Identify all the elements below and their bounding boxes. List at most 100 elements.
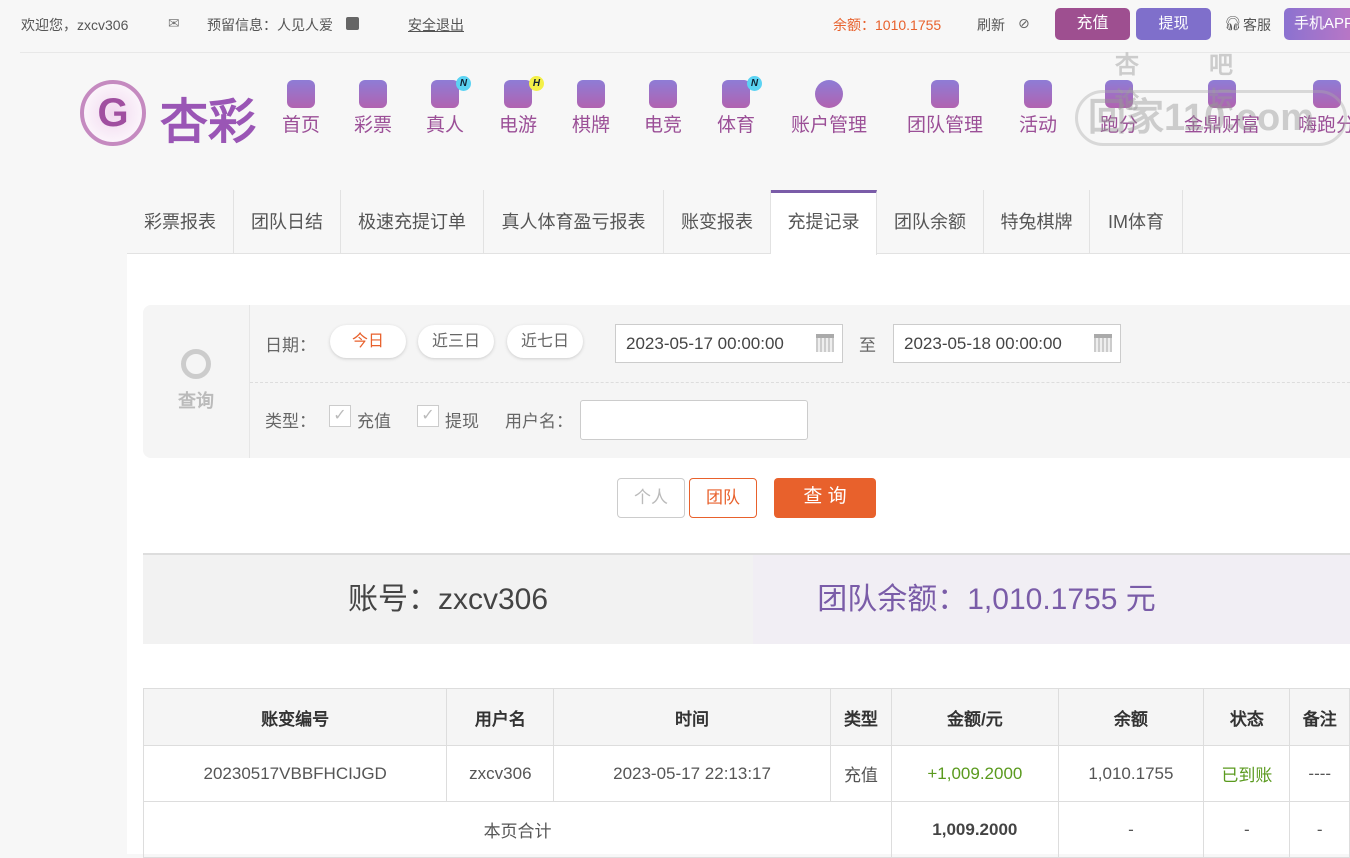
welcome-text: 欢迎您，zxcv306 xyxy=(21,17,129,33)
tab-lottery-report[interactable]: 彩票报表 xyxy=(127,190,234,254)
nav-esports[interactable]: 电竞 xyxy=(642,80,684,137)
account-name: 账号：zxcv306 xyxy=(143,555,753,644)
withdraw-checkbox[interactable]: ✓ xyxy=(417,405,439,427)
deposit-button[interactable]: 充值 xyxy=(1055,8,1130,40)
tab-im-sports[interactable]: IM体育 xyxy=(1090,190,1183,254)
col-id: 账变编号 xyxy=(142,688,448,746)
col-time: 时间 xyxy=(553,688,831,746)
total-status: - xyxy=(1203,801,1291,858)
query-button[interactable]: 查 询 xyxy=(774,478,876,518)
seven-days-button[interactable]: 近七日 xyxy=(507,325,583,358)
report-tabs: 彩票报表 团队日结 极速充提订单 真人体育盈亏报表 账变报表 充提记录 团队余额… xyxy=(127,190,1350,255)
tab-fast-orders[interactable]: 极速充提订单 xyxy=(341,190,484,254)
top-bar: 欢迎您，zxcv306 ✉ 预留信息：人见人爱 安全退出 余额：1010.175… xyxy=(0,0,1350,50)
nav-team[interactable]: 团队管理 xyxy=(903,80,987,137)
total-note: - xyxy=(1289,801,1350,858)
account-summary: 账号：zxcv306 团队余额：1,010.1755 元 xyxy=(143,553,1350,644)
username-label: 用户名： xyxy=(505,412,573,431)
col-status: 状态 xyxy=(1203,688,1291,746)
tab-deposit-withdraw-records[interactable]: 充提记录 xyxy=(771,190,877,255)
mail-icon[interactable]: ✉ xyxy=(168,15,180,32)
ticket-icon xyxy=(359,80,387,108)
nav-activity[interactable]: 活动 xyxy=(1017,80,1059,137)
hi-icon xyxy=(1312,80,1341,108)
cards-icon xyxy=(577,80,605,108)
dealer-icon: N xyxy=(431,76,471,108)
username-input[interactable] xyxy=(580,400,808,440)
search-icon xyxy=(181,349,211,379)
col-username: 用户名 xyxy=(446,688,555,746)
content-panel: 彩票报表 团队日结 极速充提订单 真人体育盈亏报表 账变报表 充提记录 团队余额… xyxy=(127,190,1350,858)
cell-time: 2023-05-17 22:13:17 xyxy=(553,745,831,802)
nav-account[interactable]: 账户管理 xyxy=(787,80,871,137)
paofen-icon xyxy=(1105,80,1133,108)
withdraw-checkbox-label: 提现 xyxy=(445,412,479,431)
calendar-icon[interactable] xyxy=(1094,334,1112,352)
tab-account-changes[interactable]: 账变报表 xyxy=(664,190,771,254)
trophy-icon: N xyxy=(722,76,762,108)
nav-home[interactable]: 首页 xyxy=(280,80,322,137)
edit-icon[interactable] xyxy=(346,17,359,30)
type-label: 类型： xyxy=(265,412,316,431)
three-days-button[interactable]: 近三日 xyxy=(418,325,494,358)
nav-live[interactable]: N 真人 xyxy=(424,76,471,137)
jinding-icon xyxy=(1208,80,1236,108)
headset-icon: 🎧︎ xyxy=(1224,15,1242,31)
service-link[interactable]: 客服 xyxy=(1243,15,1271,35)
col-balance: 余额 xyxy=(1057,688,1205,746)
date-label: 日期： xyxy=(265,336,316,355)
team-balance: 团队余额：1,010.1755 元 xyxy=(753,555,1350,644)
total-balance: - xyxy=(1057,801,1205,858)
table-header: 账变编号 用户名 时间 类型 金额/元 余额 状态 备注 xyxy=(142,688,1350,746)
tab-tetu-chess[interactable]: 特兔棋牌 xyxy=(984,190,1090,254)
status-badge: 已到账 xyxy=(1203,745,1291,802)
team-button[interactable]: 团队 xyxy=(689,478,757,518)
home-icon xyxy=(287,80,315,108)
refresh-link[interactable]: 刷新 xyxy=(977,15,1005,35)
search-section: 查询 xyxy=(143,305,250,458)
search-label: 查询 xyxy=(178,391,214,411)
table-row: 20230517VBBFHCIJGD zxcv306 2023-05-17 22… xyxy=(142,745,1350,802)
deposit-checkbox-label: 充值 xyxy=(357,412,391,431)
nav-hi-paofen[interactable]: 嗨跑分 xyxy=(1295,80,1350,137)
col-note: 备注 xyxy=(1289,688,1350,746)
balance-text: 余额：1010.1755 xyxy=(833,17,942,33)
gamepad-icon: H xyxy=(504,76,544,108)
col-type: 类型 xyxy=(829,688,893,746)
reserved-info: 预留信息：人见人爱 xyxy=(207,17,333,33)
cell-id: 20230517VBBFHCIJGD xyxy=(142,745,448,802)
withdraw-button[interactable]: 提现 xyxy=(1136,8,1211,40)
eye-off-icon[interactable]: ⊘ xyxy=(1018,15,1030,32)
personal-button[interactable]: 个人 xyxy=(617,478,685,518)
cell-amount: +1,009.2000 xyxy=(891,745,1059,802)
nav-lottery[interactable]: 彩票 xyxy=(352,80,394,137)
deposit-checkbox[interactable]: ✓ xyxy=(329,405,351,427)
tab-team-balance[interactable]: 团队余额 xyxy=(877,190,984,254)
total-row: 本页合计 1,009.2000 - - - xyxy=(142,801,1350,858)
calendar-icon[interactable] xyxy=(816,334,834,352)
logout-link[interactable]: 安全退出 xyxy=(408,15,464,35)
yen-coin-icon xyxy=(815,80,843,108)
cell-balance: 1,010.1755 xyxy=(1057,745,1205,802)
gamepad-icon xyxy=(649,80,677,108)
today-button[interactable]: 今日 xyxy=(330,325,406,358)
total-label: 本页合计 xyxy=(142,801,893,858)
mobile-app-button[interactable]: 手机APP xyxy=(1284,8,1350,40)
gift-icon xyxy=(1024,80,1052,108)
to-label: 至 xyxy=(859,336,876,355)
cell-note: ---- xyxy=(1289,745,1350,802)
col-amount: 金额/元 xyxy=(891,688,1059,746)
nav-sports[interactable]: N 体育 xyxy=(715,76,762,137)
nav-chess[interactable]: 棋牌 xyxy=(570,80,612,137)
cell-type: 充值 xyxy=(829,745,893,802)
nav-jinding[interactable]: 金鼎财富 xyxy=(1180,80,1264,137)
start-date-input[interactable]: 2023-05-17 00:00:00 xyxy=(615,324,843,363)
filter-box: 查询 日期： 今日 近三日 近七日 2023-05-17 00:00:00 至 … xyxy=(143,305,1350,458)
end-date-input[interactable]: 2023-05-18 00:00:00 xyxy=(893,324,1121,363)
tab-live-sports-pnl[interactable]: 真人体育盈亏报表 xyxy=(484,190,664,254)
divider xyxy=(20,52,1350,53)
nav-slots[interactable]: H 电游 xyxy=(497,76,544,137)
main-nav: 首页 彩票 N 真人 H 电游 棋牌 电竞 N 体育 账户管理 团队管理 活动 跑分 … xyxy=(0,76,1350,150)
tab-team-daily[interactable]: 团队日结 xyxy=(234,190,341,254)
nav-paofen[interactable]: 跑分 xyxy=(1098,80,1140,137)
